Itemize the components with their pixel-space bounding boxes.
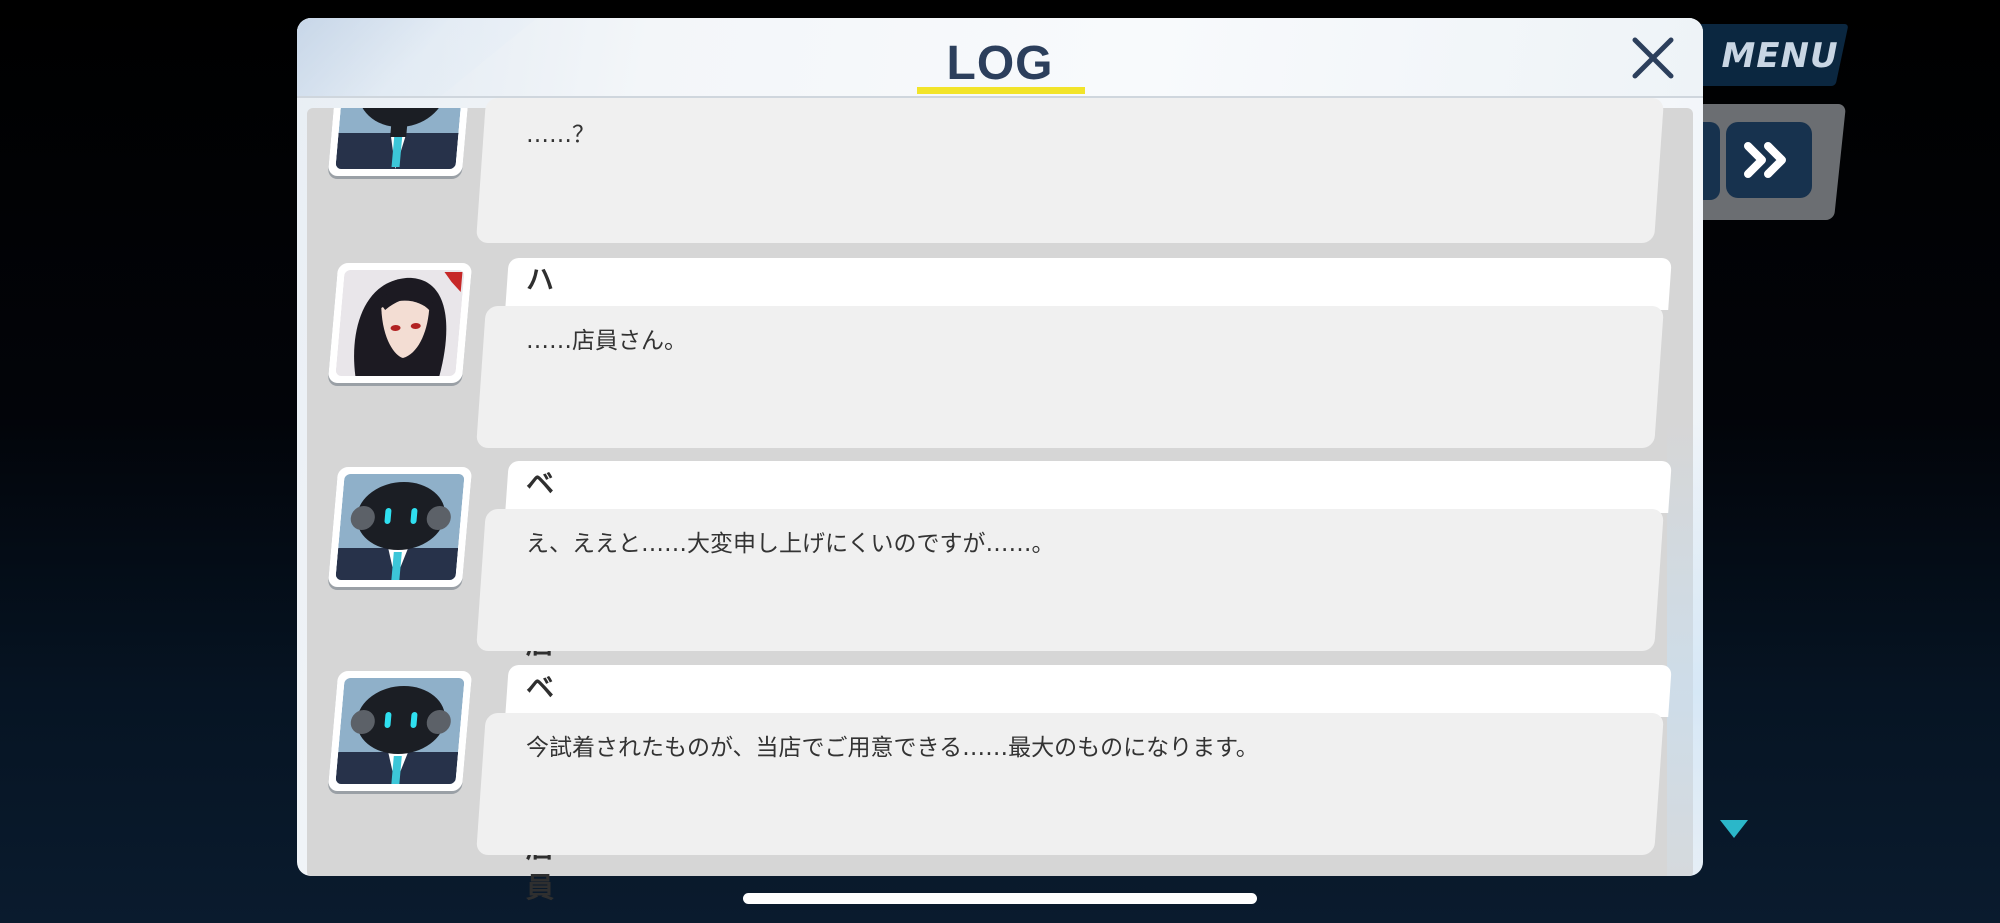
avatar	[327, 671, 473, 791]
fast-forward-button[interactable]	[1726, 122, 1812, 198]
name-plate	[505, 665, 1672, 717]
message-text: ……？	[526, 122, 595, 148]
name-plate	[505, 461, 1672, 513]
header-decoration	[297, 18, 537, 96]
message-bubble	[475, 98, 1665, 243]
avatar	[327, 467, 473, 587]
message-text: ……店員さん。	[526, 328, 687, 354]
menu-button-label[interactable]: MENU	[1705, 28, 1855, 84]
log-header: LOG	[297, 18, 1703, 98]
close-icon	[1632, 37, 1674, 79]
title-underline	[917, 87, 1085, 94]
down-triangle-icon	[1720, 820, 1748, 838]
message-text: え、ええと……大変申し上げにくいのですが……。	[526, 531, 1055, 557]
robot-avatar-icon	[335, 678, 465, 784]
home-indicator[interactable]	[743, 893, 1257, 904]
right-sheen	[1667, 418, 1703, 876]
log-title: LOG	[946, 37, 1054, 90]
fast-forward-icon	[1744, 142, 1786, 178]
name-plate	[505, 258, 1672, 310]
robot-avatar-icon	[335, 108, 465, 169]
robot-avatar-icon	[335, 474, 465, 580]
close-button[interactable]	[1627, 32, 1679, 84]
avatar	[327, 108, 473, 176]
message-text: 今試着されたものが、当店でご用意できる……最大のものになります。	[526, 735, 1259, 761]
girl-avatar-icon	[335, 270, 465, 376]
avatar	[327, 263, 473, 383]
